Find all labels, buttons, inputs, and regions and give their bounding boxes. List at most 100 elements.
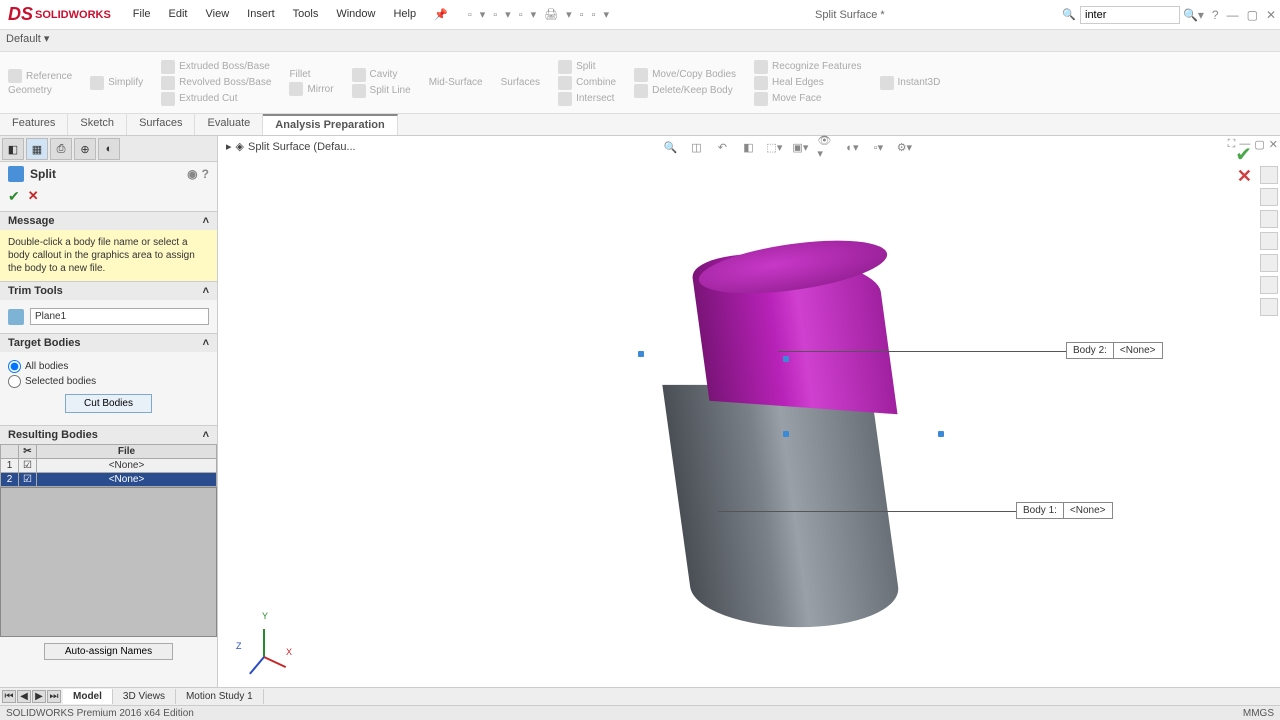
graphics-viewport[interactable]: ▸ ◈ Split Surface (Defau... 🔍 ◫ ↶ ◧ ⬚▾ ▣… [218, 136, 1280, 687]
section-view-icon[interactable]: ◧ [739, 138, 757, 156]
plane-handle[interactable] [638, 351, 644, 357]
callout-body-2[interactable]: Body 2: <None> [1066, 342, 1163, 359]
ribbon-mid-surface[interactable]: Mid-Surface [429, 77, 483, 88]
tab-evaluate[interactable]: Evaluate [195, 114, 263, 135]
ribbon-revolved-boss[interactable]: Revolved Boss/Base [161, 76, 271, 90]
edit-appearance-icon[interactable]: ◐▾ [843, 138, 861, 156]
open-icon[interactable]: ▫ [493, 9, 497, 21]
plane-handle[interactable] [783, 431, 789, 437]
breadcrumb[interactable]: ▸ ◈ Split Surface (Defau... [226, 140, 356, 153]
menu-window[interactable]: Window [328, 4, 383, 25]
plane-handle[interactable] [938, 431, 944, 437]
model-cylinder[interactable] [598, 256, 958, 656]
zoom-fit-icon[interactable]: 🔍 [661, 138, 679, 156]
file-cell-1[interactable]: <None> [37, 459, 217, 473]
collapse-icon[interactable]: ˄ [203, 215, 209, 227]
design-library-icon[interactable] [1260, 188, 1278, 206]
options-icon[interactable]: ▫ [592, 9, 596, 21]
tab-model[interactable]: Model [63, 689, 113, 704]
property-manager-icon[interactable]: ▦ [26, 138, 48, 160]
view-palette-icon[interactable] [1260, 232, 1278, 250]
resources-icon[interactable] [1260, 166, 1278, 184]
view-orient-icon[interactable]: ⬚▾ [765, 138, 783, 156]
view-triad[interactable]: Y X Z [238, 617, 288, 667]
ok-button[interactable]: ✔ [8, 188, 20, 205]
menu-insert[interactable]: Insert [239, 4, 283, 25]
cancel-button[interactable]: ✕ [28, 188, 39, 205]
minimize-icon[interactable]: — [1227, 8, 1239, 22]
feature-tree-icon[interactable]: ◧ [2, 138, 24, 160]
tab-nav-prev-icon[interactable]: ◀ [17, 690, 31, 703]
menu-tools[interactable]: Tools [285, 4, 327, 25]
tab-nav-last-icon[interactable]: ⏭ [47, 690, 61, 703]
tab-motion-study[interactable]: Motion Study 1 [176, 689, 264, 704]
cut-bodies-button[interactable]: Cut Bodies [65, 394, 152, 413]
maximize-icon[interactable]: ▢ [1247, 8, 1258, 22]
plane-handle[interactable] [783, 356, 789, 362]
file-cell-2[interactable]: <None> [37, 473, 217, 487]
collapse-icon[interactable]: ˄ [203, 337, 209, 349]
save-icon[interactable]: ▫ [519, 9, 523, 21]
menu-view[interactable]: View [198, 4, 238, 25]
forum-icon[interactable] [1260, 298, 1278, 316]
appearances-icon[interactable] [1260, 254, 1278, 272]
confirm-cancel-icon[interactable]: ✕ [1237, 166, 1252, 187]
callout-body-1[interactable]: Body 1: <None> [1016, 502, 1113, 519]
new-icon[interactable]: ▫ [468, 9, 472, 21]
search-dropdown-icon[interactable]: 🔍▾ [1183, 8, 1204, 22]
body-checkbox-1[interactable]: ☑ [19, 459, 37, 473]
ribbon-split-line[interactable]: Split Line [352, 84, 411, 98]
tab-analysis-preparation[interactable]: Analysis Preparation [263, 114, 397, 135]
ribbon-mirror[interactable]: Mirror [289, 82, 333, 96]
ribbon-cavity[interactable]: Cavity [352, 68, 411, 82]
tab-nav-first-icon[interactable]: ⏮ [2, 690, 16, 703]
prop-help-icon[interactable]: ? [202, 167, 209, 181]
radio-selected-bodies[interactable] [8, 375, 21, 388]
menu-edit[interactable]: Edit [161, 4, 196, 25]
dimxpert-icon[interactable]: ⊕ [74, 138, 96, 160]
help-icon[interactable]: ? [1212, 8, 1219, 22]
ribbon-simplify[interactable]: Simplify [90, 76, 143, 90]
viewport-max-icon[interactable]: ▢ [1254, 138, 1264, 151]
config-label[interactable]: Default [6, 33, 41, 45]
menu-help[interactable]: Help [385, 4, 424, 25]
ribbon-instant3d[interactable]: Instant3D [880, 76, 941, 90]
prev-view-icon[interactable]: ↶ [713, 138, 731, 156]
collapse-icon[interactable]: ˄ [203, 285, 209, 297]
display-manager-icon[interactable]: ◐ [98, 138, 120, 160]
ribbon-recognize[interactable]: Recognize Features [754, 60, 862, 74]
hide-show-icon[interactable]: 👁▾ [817, 138, 835, 156]
body-1-gray[interactable] [662, 385, 903, 627]
confirm-ok-icon[interactable]: ✔ [1235, 142, 1252, 167]
config-manager-icon[interactable]: ⎙ [50, 138, 72, 160]
tab-3d-views[interactable]: 3D Views [113, 689, 176, 704]
trim-tool-selection[interactable]: Plane1 [30, 308, 209, 325]
ribbon-combine[interactable]: Combine [558, 76, 616, 90]
tab-sketch[interactable]: Sketch [68, 114, 127, 135]
ribbon-surfaces[interactable]: Surfaces [501, 77, 540, 88]
ribbon-move-face[interactable]: Move Face [754, 92, 862, 106]
ribbon-split[interactable]: Split [558, 60, 616, 74]
auto-assign-button[interactable]: Auto-assign Names [44, 643, 173, 660]
menu-file[interactable]: File [125, 4, 159, 25]
close-icon[interactable]: ✕ [1266, 8, 1276, 22]
ribbon-delete-keep[interactable]: Delete/Keep Body [634, 84, 736, 98]
tab-nav-next-icon[interactable]: ▶ [32, 690, 46, 703]
ribbon-heal-edges[interactable]: Heal Edges [754, 76, 862, 90]
zoom-area-icon[interactable]: ◫ [687, 138, 705, 156]
tab-surfaces[interactable]: Surfaces [127, 114, 195, 135]
rebuild-icon[interactable]: ▫ [580, 9, 584, 21]
viewport-close-icon[interactable]: ✕ [1269, 138, 1278, 151]
view-settings-icon[interactable]: ⚙▾ [895, 138, 913, 156]
file-explorer-icon[interactable] [1260, 210, 1278, 228]
tab-features[interactable]: Features [0, 114, 68, 135]
radio-all-bodies[interactable] [8, 360, 21, 373]
search-input[interactable] [1080, 6, 1180, 24]
apply-scene-icon[interactable]: ▫▾ [869, 138, 887, 156]
ribbon-fillet[interactable]: Fillet [289, 69, 333, 80]
status-units[interactable]: MMGS [1243, 708, 1274, 719]
custom-props-icon[interactable] [1260, 276, 1278, 294]
print-icon[interactable]: 🖨 [544, 8, 558, 21]
ribbon-reference-geometry[interactable]: Reference [8, 69, 72, 83]
ribbon-extruded-boss[interactable]: Extruded Boss/Base [161, 60, 271, 74]
